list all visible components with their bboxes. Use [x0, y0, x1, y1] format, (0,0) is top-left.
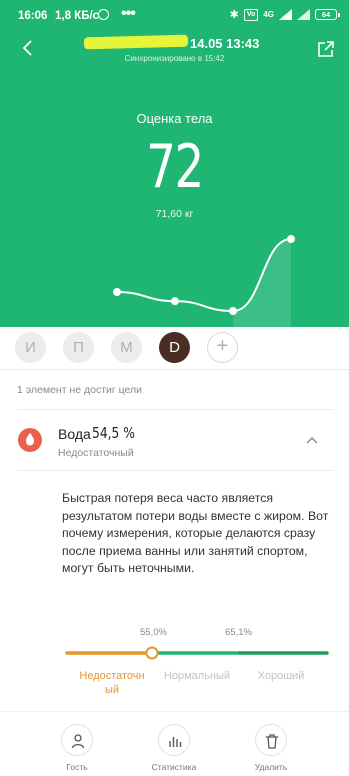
bottom-nav: Гость Статистика Удалить: [0, 711, 349, 776]
user-selector: И П М D +: [0, 327, 349, 369]
threshold-low-label: 55,0%: [140, 627, 167, 638]
lte-label: 4G: [263, 10, 274, 19]
signal-icon: [279, 9, 292, 20]
user-avatar-button[interactable]: П: [63, 332, 94, 363]
user-avatar-button[interactable]: И: [15, 332, 46, 363]
metric-value: 72: [146, 132, 204, 202]
band-low-label: Недостаточн ый: [79, 670, 145, 696]
redacted-name-scribble: [83, 34, 189, 50]
add-user-button[interactable]: +: [207, 332, 238, 363]
goal-notice: 1 элемент не достиг цели: [17, 384, 143, 396]
threshold-high-label: 65,1%: [225, 627, 252, 638]
alarm-icon: [98, 9, 109, 20]
hero-panel: 16:06 1,8 КБ/с ••• ✱ Vo 4G 64 14.05 13:4…: [0, 0, 349, 327]
water-value: 54,5 %: [92, 424, 135, 442]
metric-title: Оценка тела: [136, 111, 213, 126]
nav-guest-label: Гость: [66, 762, 88, 772]
chevron-up-icon[interactable]: [306, 436, 318, 444]
volte-badge: Vo: [243, 8, 259, 21]
water-description: Быстрая потеря веса часто является резул…: [62, 491, 329, 575]
person-icon: [61, 724, 93, 756]
water-status: Недостаточный: [58, 447, 134, 459]
user-avatar-button[interactable]: D: [159, 332, 190, 363]
overflow-dots: •••: [121, 5, 136, 22]
divider: [0, 369, 349, 370]
trend-area: [233, 239, 291, 327]
sync-status: Синхронизировано в 15:42: [124, 54, 225, 63]
current-level-marker: [145, 646, 159, 660]
status-time: 16:06: [18, 10, 48, 22]
battery-icon: 64: [315, 9, 340, 20]
user-avatar-button[interactable]: М: [111, 332, 142, 363]
status-bar: 16:06 1,8 КБ/с ••• ✱ Vo 4G 64: [0, 0, 349, 30]
trend-point[interactable]: [171, 297, 179, 306]
bar-chart-icon: [158, 724, 190, 756]
signal-icon-2: [297, 9, 310, 20]
trend-chart[interactable]: [0, 225, 349, 327]
nav-delete[interactable]: Удалить: [241, 724, 301, 772]
trash-icon: [255, 724, 287, 756]
status-network-speed: 1,8 КБ/с: [55, 10, 100, 22]
band-good-label: Хороший: [257, 670, 305, 682]
band-normal-label: Нормальный: [163, 670, 231, 682]
trend-point[interactable]: [113, 288, 121, 297]
nav-guest[interactable]: Гость: [47, 724, 107, 772]
divider: [17, 470, 334, 471]
nav-delete-label: Удалить: [254, 762, 288, 772]
weight-value: 71,60 кг: [155, 208, 194, 220]
trend-point[interactable]: [287, 235, 295, 243]
nav-statistics[interactable]: Статистика: [144, 724, 204, 772]
water-metric-row[interactable]: Вода 54,5 % Недостаточный: [0, 410, 349, 470]
status-icons: ✱ Vo 4G 64: [229, 8, 340, 21]
trend-point[interactable]: [229, 307, 237, 315]
water-drop-icon: [18, 428, 42, 452]
bluetooth-icon: ✱: [229, 9, 239, 21]
water-label: Вода: [58, 426, 91, 442]
measurement-datetime: 14.05 13:43: [190, 36, 260, 51]
share-icon[interactable]: [317, 40, 335, 58]
nav-statistics-label: Статистика: [151, 762, 197, 772]
water-scale-bar: [65, 646, 329, 660]
